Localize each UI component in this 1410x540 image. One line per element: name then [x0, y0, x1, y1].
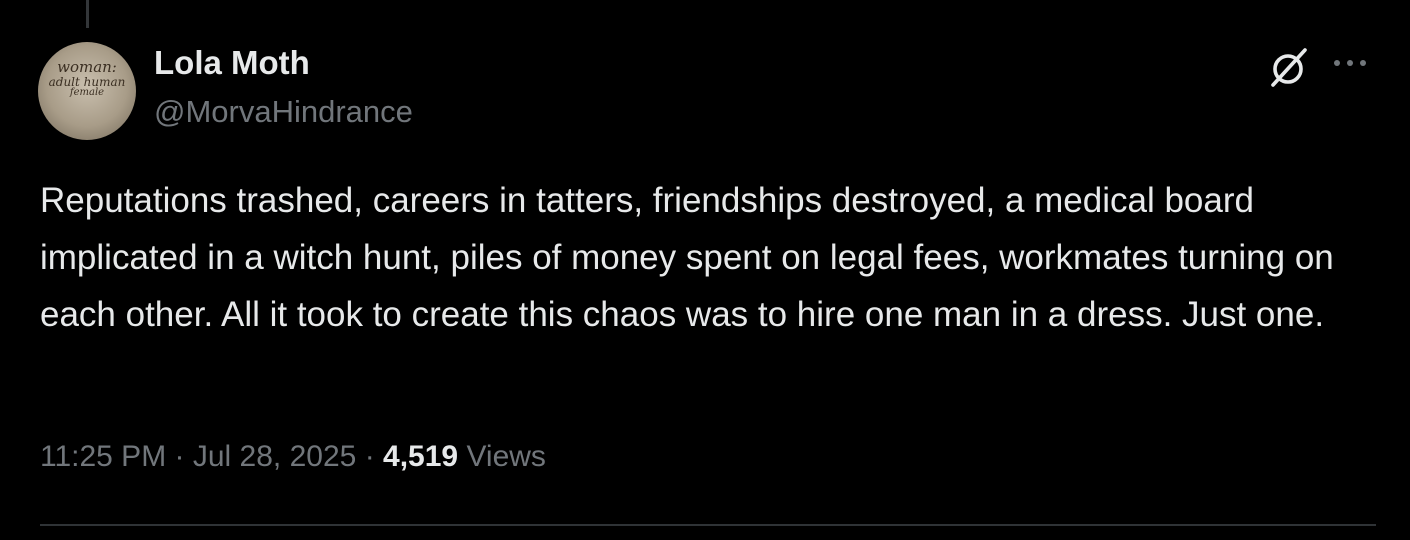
- avatar-writing: woman: adult human female: [38, 58, 136, 99]
- views-count: 4,519: [383, 440, 459, 473]
- post-time[interactable]: 11:25 PM: [40, 440, 166, 473]
- thread-connector-line: [86, 0, 89, 28]
- author-display-name[interactable]: Lola Moth: [154, 44, 310, 82]
- grok-icon[interactable]: [1268, 46, 1310, 88]
- author-handle[interactable]: @MorvaHindrance: [154, 94, 413, 130]
- views-label: Views: [466, 440, 546, 473]
- post-text: Reputations trashed, careers in tatters,…: [40, 181, 1334, 334]
- meta-separator: ·: [174, 440, 185, 473]
- more-icon[interactable]: [1328, 48, 1372, 78]
- avatar-text-line-1: woman:: [57, 58, 117, 76]
- post-date[interactable]: Jul 28, 2025: [193, 440, 356, 473]
- post-metadata: 11:25 PM · Jul 28, 2025 · 4,519 Views: [40, 440, 546, 474]
- divider: [40, 524, 1376, 526]
- avatar-text-line-3: female: [69, 87, 105, 99]
- avatar[interactable]: woman: adult human female: [38, 42, 136, 140]
- meta-separator: ·: [364, 440, 375, 473]
